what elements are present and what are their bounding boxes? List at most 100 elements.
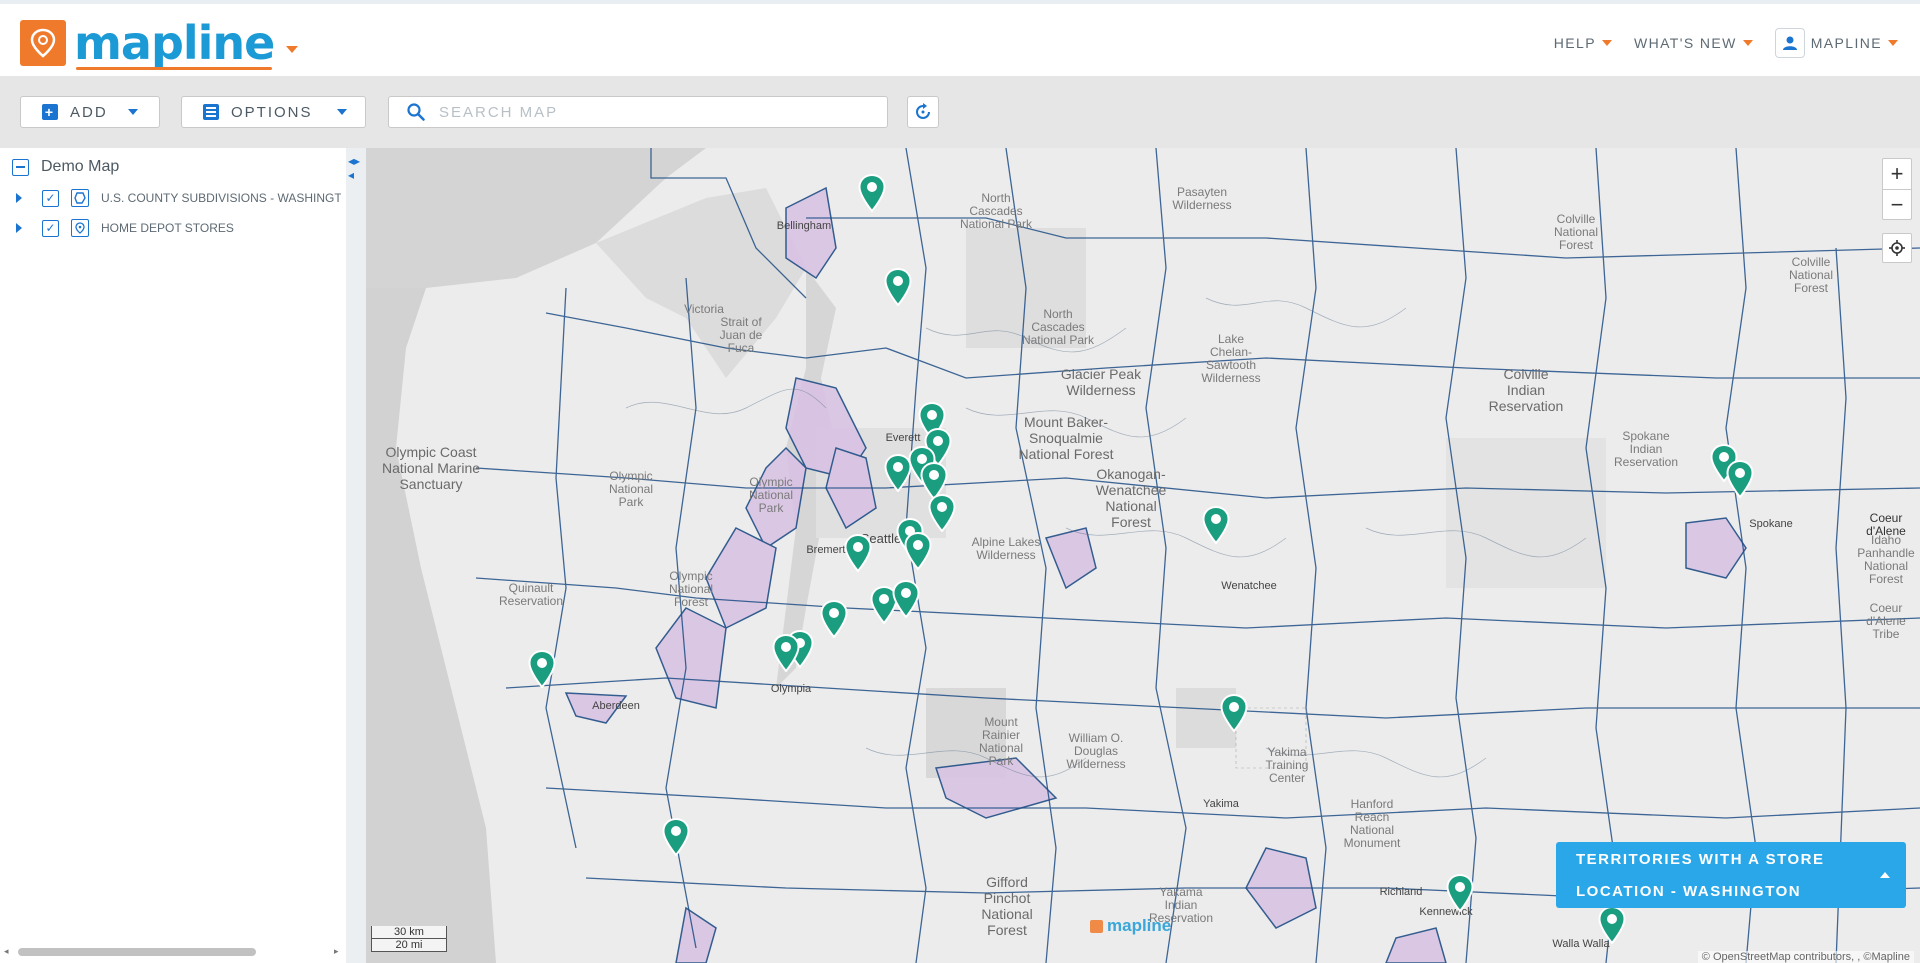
map-label: Coeur d'Alene Tribe <box>1866 601 1906 641</box>
logo-pin-icon <box>20 20 66 66</box>
store-pin-icon[interactable] <box>1726 459 1754 499</box>
legend-title-line2: LOCATION - WASHINGTON <box>1576 883 1802 900</box>
store-pin-icon[interactable] <box>1598 905 1626 945</box>
layers-sidebar: Demo Map ✓ U.S. COUNTY SUBDIVISIONS - WA… <box>0 148 366 963</box>
store-pin-icon[interactable] <box>528 649 556 689</box>
options-label: OPTIONS <box>231 103 313 121</box>
logo-dropdown-icon[interactable] <box>286 45 299 53</box>
store-pin-icon[interactable] <box>928 493 956 533</box>
store-pin-icon[interactable] <box>820 599 848 639</box>
horizontal-scrollbar[interactable]: ◂ ▸ <box>4 944 340 958</box>
map-label: Strait of Juan de Fuca <box>719 315 763 355</box>
search-map-field[interactable] <box>388 96 888 128</box>
expand-arrow-icon[interactable] <box>16 223 22 233</box>
territory-legend-panel[interactable]: TERRITORIES WITH A STORE LOCATION - WASH… <box>1556 842 1906 908</box>
chevron-up-icon[interactable] <box>1880 872 1890 878</box>
map-label: Spokane Indian Reservation <box>1613 429 1679 469</box>
list-icon <box>203 104 219 120</box>
map-label: William O. Douglas Wilderness <box>1066 731 1126 771</box>
store-pin-icon[interactable] <box>1220 693 1248 733</box>
map-label: Olympic National Park <box>608 469 654 509</box>
pin-layer-icon <box>71 219 89 237</box>
whats-new-menu[interactable]: WHAT'S NEW <box>1634 35 1753 51</box>
store-pin-icon[interactable] <box>892 579 920 619</box>
map-label: Quinault Reservation <box>498 581 564 608</box>
map-canvas[interactable]: North Cascades National Park Pasayten Wi… <box>366 148 1920 963</box>
whats-new-label: WHAT'S NEW <box>1633 35 1737 51</box>
store-pin-icon[interactable] <box>904 531 932 571</box>
refresh-icon <box>914 103 932 121</box>
city-label: Olympia <box>770 683 812 695</box>
map-label: Yakima Training Center <box>1265 745 1309 785</box>
map-label: Mount Baker-Snoqualmie National Forest <box>1018 414 1114 462</box>
scrollbar-thumb[interactable] <box>18 948 256 956</box>
map-label: Colville National Forest <box>1788 255 1834 295</box>
store-pin-icon[interactable] <box>884 267 912 307</box>
crosshair-icon <box>1889 240 1905 256</box>
expand-arrow-icon[interactable] <box>16 193 22 203</box>
map-label: Pasayten Wilderness <box>1172 185 1232 212</box>
options-button[interactable]: OPTIONS <box>181 96 366 128</box>
logo-wordmark: mapline <box>74 16 275 70</box>
city-label: Spokane <box>1749 518 1793 530</box>
map-label: Glacier Peak Wilderness <box>1060 366 1142 398</box>
plus-icon: + <box>42 104 58 120</box>
city-label: Richland <box>1379 886 1423 898</box>
map-scale: 30 km 20 mi <box>371 926 447 952</box>
map-label: Hanford Reach National Monument <box>1343 797 1401 850</box>
help-menu[interactable]: HELP <box>1554 35 1612 51</box>
add-button[interactable]: + ADD <box>20 96 160 128</box>
mapline-watermark: mapline <box>1090 916 1171 936</box>
search-input[interactable] <box>439 103 859 121</box>
layer-checkbox[interactable]: ✓ <box>42 219 59 237</box>
store-pin-icon[interactable] <box>858 173 886 213</box>
store-pin-icon[interactable] <box>884 453 912 493</box>
map-label: Okanogan-Wenatchee National Forest <box>1095 466 1167 530</box>
logo-pin-icon <box>1090 919 1103 933</box>
layer-checkbox[interactable]: ✓ <box>42 189 59 207</box>
user-name-label: MAPLINE <box>1810 35 1882 51</box>
zoom-out-button[interactable]: − <box>1883 189 1911 219</box>
map-label: North Cascades National Park <box>1021 307 1095 347</box>
collapse-toggle-icon[interactable] <box>12 158 29 176</box>
refresh-button[interactable] <box>907 96 939 128</box>
app-logo[interactable]: mapline <box>20 16 299 70</box>
user-menu[interactable]: MAPLINE <box>1774 28 1898 58</box>
layer-county-subdivisions[interactable]: ✓ U.S. COUNTY SUBDIVISIONS - WASHINGTON <box>16 189 341 207</box>
add-label: ADD <box>70 103 108 121</box>
chevron-down-icon <box>127 109 138 115</box>
layer-label: HOME DEPOT STORES <box>101 221 234 235</box>
zoom-in-button[interactable]: + <box>1883 159 1911 189</box>
collapse-sidebar-icon[interactable]: ◂▸ ◂ <box>348 154 366 182</box>
legend-title-line1: TERRITORIES WITH A STORE <box>1576 851 1825 868</box>
map-label: Colville Indian Reservation <box>1488 366 1564 414</box>
map-label: Olympic Coast National Marine Sanctuary <box>381 444 481 492</box>
map-tree-root[interactable]: Demo Map <box>12 158 119 176</box>
store-pin-icon[interactable] <box>1446 873 1474 913</box>
map-label: Mount Rainier National Park <box>978 715 1024 768</box>
locate-me-button[interactable] <box>1882 233 1912 263</box>
city-label: Aberdeen <box>592 700 640 712</box>
map-attribution[interactable]: © OpenStreetMap contributors, , ©Mapline <box>1697 951 1914 963</box>
search-icon <box>407 103 425 121</box>
map-label: Idaho Panhandle National Forest <box>1857 533 1915 586</box>
map-label: Alpine Lakes Wilderness <box>971 535 1041 562</box>
map-title: Demo Map <box>41 158 120 175</box>
store-pin-icon[interactable] <box>844 533 872 573</box>
help-label: HELP <box>1553 35 1596 51</box>
map-basemap <box>366 148 1920 963</box>
store-pin-icon[interactable] <box>1202 505 1230 545</box>
store-pin-icon[interactable] <box>662 817 690 857</box>
city-label: Bellingham <box>776 220 832 232</box>
chevron-down-icon <box>1601 40 1612 46</box>
layer-home-depot-stores[interactable]: ✓ HOME DEPOT STORES <box>16 219 341 237</box>
map-label: Olympic National Park <box>748 475 794 515</box>
scale-km: 30 km <box>371 926 447 939</box>
map-label: Olympic National Forest <box>668 569 714 609</box>
app-header: mapline HELP WHAT'S NEW MAPLINE <box>0 0 1920 76</box>
store-pin-icon[interactable] <box>772 633 800 673</box>
layer-label: U.S. COUNTY SUBDIVISIONS - WASHINGTON <box>101 191 341 205</box>
sidebar-resizer[interactable] <box>346 148 366 963</box>
chevron-down-icon <box>1888 40 1898 46</box>
chevron-down-icon <box>336 109 347 115</box>
